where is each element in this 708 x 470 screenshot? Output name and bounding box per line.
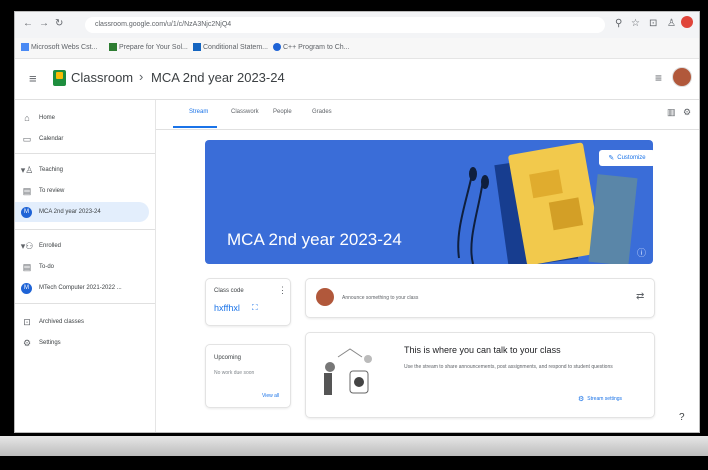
- sidebar-item-calendar[interactable]: ▭ Calendar: [15, 129, 149, 149]
- class-banner: MCA 2nd year 2023-24 ✎ Customize ⓘ: [205, 140, 653, 264]
- back-icon[interactable]: ←: [23, 18, 33, 29]
- class-settings-icon[interactable]: ⚙: [683, 107, 691, 118]
- class-code-value: hxffhxl: [214, 303, 240, 313]
- sidebar-item-label: To-do: [39, 264, 55, 270]
- main-menu-icon[interactable]: ≡: [29, 71, 37, 86]
- home-icon: ⌂: [24, 113, 30, 123]
- sidebar-item-settings[interactable]: ⚙ Settings: [15, 333, 149, 353]
- tab-people[interactable]: People: [273, 109, 292, 115]
- banner-class-title: MCA 2nd year 2023-24: [227, 230, 402, 249]
- bookmark-4[interactable]: C++ Program to Ch...: [283, 44, 350, 51]
- class-avatar: M: [21, 282, 32, 294]
- tab-stream[interactable]: Stream: [189, 109, 208, 115]
- sidebar-item-label: To review: [39, 188, 65, 194]
- sidebar-item-mtech-class[interactable]: M MTech Computer 2021-2022 ...: [15, 278, 149, 298]
- stream-illustration: [324, 348, 372, 395]
- stream-settings-button[interactable]: ⚙ Stream settings: [578, 395, 622, 403]
- banner-info-icon[interactable]: ⓘ: [637, 246, 646, 259]
- forward-icon[interactable]: →: [39, 18, 49, 29]
- view-all-link[interactable]: View all: [262, 393, 279, 399]
- bookmark-2-icon: [109, 43, 117, 51]
- user-avatar-icon[interactable]: [672, 67, 692, 87]
- sidebar-item-enrolled[interactable]: ▾⚇ Enrolled: [15, 236, 149, 256]
- breadcrumb-separator: ›: [139, 69, 144, 84]
- stream-settings-label: Stream settings: [587, 396, 623, 402]
- bookmark-1[interactable]: Microsoft Webs Cst...: [31, 44, 97, 51]
- customize-button[interactable]: ✎ Customize: [599, 150, 653, 166]
- enrolled-icon: ▾⚇: [20, 240, 34, 251]
- sidebar-item-label: Teaching: [39, 167, 64, 173]
- reload-icon[interactable]: ↻: [55, 18, 63, 29]
- class-code-label: Class code: [214, 288, 244, 294]
- sidebar-item-to-review[interactable]: ▤ To review: [15, 181, 149, 201]
- profile-icon[interactable]: ♙: [667, 18, 676, 29]
- bookmark-2[interactable]: Prepare for Your Sol...: [119, 44, 188, 51]
- analytics-icon[interactable]: ▥: [667, 107, 676, 118]
- class-code-menu-icon[interactable]: ⋮: [278, 285, 287, 296]
- settings-icon: ⚙: [22, 337, 32, 348]
- sidebar-item-label: Settings: [39, 340, 61, 346]
- calendar-icon: ▭: [22, 133, 32, 144]
- extensions-icon[interactable]: ⊡: [649, 18, 657, 29]
- sidebar-item-active-class[interactable]: M MCA 2nd year 2023-24: [15, 202, 149, 222]
- apps-grid-icon[interactable]: ≡: [655, 71, 662, 85]
- class-code-card: Class code ⋮ hxffhxl ⛶: [205, 278, 291, 326]
- sidebar-item-label: Archived classes: [39, 319, 85, 325]
- bookmark-3[interactable]: Conditional Statem...: [203, 44, 268, 51]
- upcoming-title: Upcoming: [214, 355, 242, 361]
- bookmark-3-icon: [193, 43, 201, 51]
- help-icon[interactable]: ?: [679, 412, 685, 423]
- archive-icon: ⊡: [23, 316, 31, 327]
- app-name[interactable]: Classroom: [71, 70, 133, 85]
- browser-toolbar: ← → ↻ classroom.google.com/u/1/c/NzA3Njc…: [15, 12, 699, 38]
- sidebar-item-label: MTech Computer 2021-2022 ...: [39, 285, 122, 291]
- sidebar-item-teaching[interactable]: ▾♙ Teaching: [15, 160, 149, 180]
- sidebar-item-archived[interactable]: ⊡ Archived classes: [15, 312, 149, 332]
- bookmark-star-icon[interactable]: ☆: [631, 18, 640, 29]
- announce-box[interactable]: Announce something to your class ⇄: [305, 278, 655, 318]
- todo-icon: ▤: [22, 261, 32, 272]
- address-bar[interactable]: classroom.google.com/u/1/c/NzA3Njc2NjQ4: [85, 17, 605, 33]
- fullscreen-code-icon[interactable]: ⛶: [252, 303, 258, 313]
- translate-icon[interactable]: ⚲: [615, 18, 622, 29]
- tab-grades[interactable]: Grades: [312, 109, 332, 115]
- stream-info-heading: This is where you can talk to your class: [404, 345, 561, 355]
- bottom-strip: [0, 436, 708, 456]
- bookmark-1-icon: [21, 43, 29, 51]
- stream-info-card: This is where you can talk to your class…: [305, 332, 655, 418]
- sidebar: ⌂ Home ▭ Calendar ▾♙ Teaching ▤ To revie…: [15, 100, 156, 432]
- sidebar-item-label: Enrolled: [39, 243, 62, 249]
- url-text: classroom.google.com/u/1/c/NzA3Njc2NjQ4: [95, 21, 232, 28]
- tab-classwork[interactable]: Classwork: [231, 109, 259, 115]
- bookmark-4-icon: [273, 43, 281, 51]
- upcoming-card: Upcoming No work due soon View all: [205, 344, 291, 408]
- repost-icon[interactable]: ⇄: [636, 291, 644, 302]
- bookmarks-bar: Microsoft Webs Cst... Prepare for Your S…: [15, 38, 699, 59]
- edit-pencil-icon: ✎: [608, 155, 615, 162]
- sidebar-item-home[interactable]: ⌂ Home: [15, 108, 149, 128]
- to-review-icon: ▤: [22, 185, 32, 196]
- browser-account-icon[interactable]: [681, 16, 693, 28]
- teaching-icon: ▾♙: [20, 164, 34, 175]
- screen: ← → ↻ classroom.google.com/u/1/c/NzA3Njc…: [14, 11, 700, 433]
- classroom-logo-icon: [53, 70, 66, 86]
- announce-avatar-icon: [316, 288, 334, 306]
- settings-gear-icon: ⚙: [578, 396, 585, 403]
- upcoming-empty-text: No work due soon: [214, 370, 255, 376]
- class-avatar: M: [21, 206, 32, 218]
- sidebar-item-label: MCA 2nd year 2023-24: [39, 209, 101, 215]
- class-breadcrumb[interactable]: MCA 2nd year 2023-24: [151, 70, 285, 85]
- sidebar-item-label: Home: [39, 115, 56, 121]
- announce-placeholder: Announce something to your class: [342, 295, 419, 301]
- sidebar-item-label: Calendar: [39, 136, 64, 142]
- app-header: ≡ Classroom › MCA 2nd year 2023-24 ≡: [15, 59, 699, 100]
- customize-label: Customize: [617, 155, 646, 161]
- stream-info-body: Use the stream to share announcements, p…: [404, 364, 613, 370]
- active-tab-indicator: [173, 126, 217, 128]
- sidebar-item-todo[interactable]: ▤ To-do: [15, 257, 149, 277]
